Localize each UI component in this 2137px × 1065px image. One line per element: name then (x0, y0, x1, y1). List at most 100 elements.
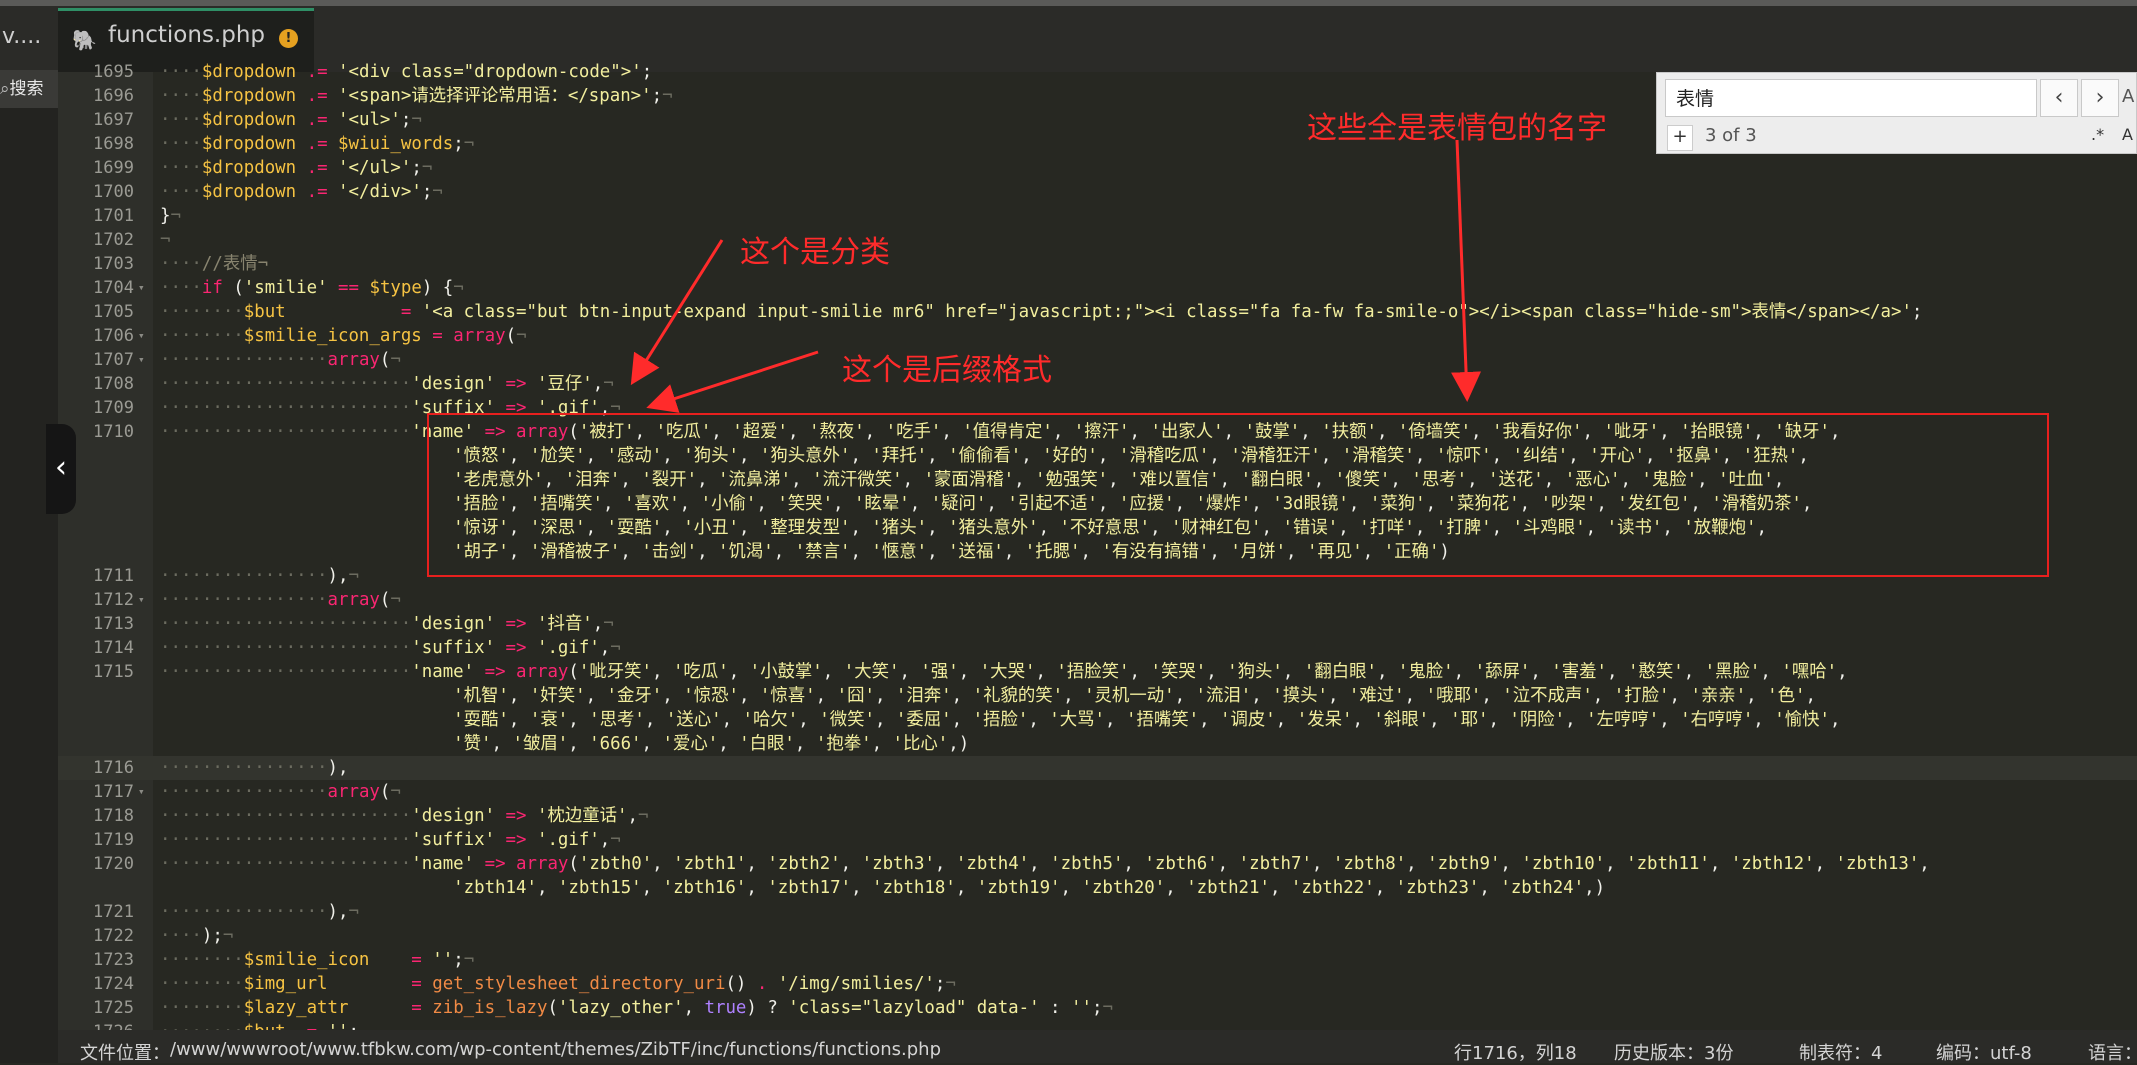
code-text: '机智', '奸笑', '金牙', '惊恐', '惊喜', '囧', '泪奔',… (453, 686, 1816, 706)
code-line[interactable]: 1712 ▾ ················array(¬ (58, 588, 2137, 612)
code-line[interactable]: 1704 ▾ ····if ('smilie' == $type) {¬ (58, 276, 2137, 300)
code-line[interactable]: 1705 ········$but = '<a class="but btn-in… (58, 300, 2137, 324)
line-number: 1695 (93, 62, 134, 82)
code-text: ························'design' => '枕边童… (160, 806, 649, 826)
annotation-suffix: 这个是后缀格式 (842, 353, 1052, 388)
code-line[interactable]: 1702 ¬ (58, 228, 2137, 252)
fold-toggle-icon[interactable]: ▾ (138, 780, 145, 804)
tab-title: functions.php (108, 22, 266, 48)
code-line[interactable]: 1717 ▾ ················array(¬ (58, 780, 2137, 804)
code-line[interactable]: 1707 ▾ ················array(¬ (58, 348, 2137, 372)
code-text: ········$smilie_icon_args = array(¬ (160, 326, 527, 346)
line-number: 1700 (93, 182, 134, 202)
status-encoding[interactable]: 编码：utf-8 (1936, 1039, 2032, 1065)
find-option-toggle[interactable]: A (2122, 79, 2137, 117)
code-line[interactable]: 1714 ························'suffix' => … (58, 636, 2137, 660)
code-text: ········$lazy_attr = zib_is_lazy('lazy_o… (160, 998, 1113, 1018)
status-cursor-position[interactable]: 行1716，列18 (1454, 1039, 1577, 1065)
line-number: 1711 (93, 566, 134, 586)
annotation-highlight-box (427, 413, 2049, 577)
code-text: ····$dropdown .= $wiui_words;¬ (160, 134, 475, 154)
line-number: 1697 (93, 110, 134, 130)
line-number: 1696 (93, 86, 134, 106)
code-text: ················), (160, 758, 349, 778)
find-next-button[interactable]: › (2081, 79, 2119, 117)
line-number: 1699 (93, 158, 134, 178)
code-text: ········$img_url = get_stylesheet_direct… (160, 974, 956, 994)
code-line[interactable]: 1699 ····$dropdown .= '</ul>';¬ (58, 156, 2137, 180)
status-file-path[interactable]: /www/wwwroot/www.tfbkw.com/wp-content/th… (170, 1039, 941, 1060)
status-bar: 文件位置： /www/wwwroot/www.tfbkw.com/wp-cont… (58, 1030, 2137, 1065)
fold-toggle-icon[interactable]: ▾ (138, 588, 145, 612)
sidebar-search-button[interactable]: ⌕搜索 (0, 70, 58, 108)
line-number: 1707 (93, 350, 134, 370)
code-line[interactable]: 1700 ····$dropdown .= '</div>';¬ (58, 180, 2137, 204)
find-previous-button[interactable]: ‹ (2040, 79, 2078, 117)
code-line[interactable]: 1701}¬ (58, 204, 2137, 228)
line-number: 1713 (93, 614, 134, 634)
line-number: 1708 (93, 374, 134, 394)
code-text: ····$dropdown .= '<div class="dropdown-c… (160, 62, 653, 82)
line-number: 1721 (93, 902, 134, 922)
code-text: ····$dropdown .= '</ul>';¬ (160, 158, 433, 178)
status-language[interactable]: 语言： (2088, 1039, 2137, 1065)
status-path-label: 文件位置： (80, 1043, 170, 1064)
line-number: 1718 (93, 806, 134, 826)
status-tab-size[interactable]: 制表符：4 (1799, 1039, 1882, 1065)
fold-toggle-icon[interactable]: ▾ (138, 276, 145, 300)
annotation-category: 这个是分类 (740, 235, 890, 270)
code-text: ················),¬ (160, 566, 359, 586)
code-line[interactable]: '赞', '皱眉', '666', '爱心', '白眼', '抱拳', '比心'… (58, 732, 2137, 756)
collapse-panel-chevron-icon[interactable]: ‹ (46, 424, 76, 514)
code-line[interactable]: 1715 ························'name' => ar… (58, 660, 2137, 684)
code-text: ····);¬ (160, 926, 234, 946)
code-line[interactable]: 1713 ························'design' => … (58, 612, 2137, 636)
case-toggle[interactable]: A (2122, 125, 2133, 144)
code-line[interactable]: 1719 ························'suffix' => … (58, 828, 2137, 852)
code-line[interactable]: 1720 ························'name' => ar… (58, 852, 2137, 876)
code-text: '耍酷', '衰', '思考', '送心', '哈欠', '微笑', '委屈',… (453, 710, 1841, 730)
php-file-icon: 🐘 (72, 28, 97, 52)
fold-toggle-icon[interactable]: ▾ (138, 348, 145, 372)
code-line[interactable]: '机智', '奸笑', '金牙', '惊恐', '惊喜', '囧', '泪奔',… (58, 684, 2137, 708)
regex-toggle[interactable]: .* (2091, 125, 2104, 144)
code-text: ····if ('smilie' == $type) {¬ (160, 278, 464, 298)
code-text: ····//表情¬ (160, 254, 269, 274)
code-line[interactable]: 1718 ························'design' => … (58, 804, 2137, 828)
find-match-count: 3 of 3 (1705, 125, 1757, 146)
code-line[interactable]: 1724 ········$img_url = get_stylesheet_di… (58, 972, 2137, 996)
code-text: ····$dropdown .= '<ul>';¬ (160, 110, 422, 130)
code-line[interactable]: 'zbth14', 'zbth15', 'zbth16', 'zbth17', … (58, 876, 2137, 900)
code-line[interactable]: 1723 ········$smilie_icon = '';¬ (58, 948, 2137, 972)
tab-previous[interactable]: v.... (0, 6, 58, 72)
line-number: 1725 (93, 998, 134, 1018)
line-number: 1704 (93, 278, 134, 298)
code-line[interactable]: 1716 ················), (58, 756, 2137, 780)
code-text: ················),¬ (160, 902, 359, 922)
code-line[interactable]: '耍酷', '衰', '思考', '送心', '哈欠', '微笑', '委屈',… (58, 708, 2137, 732)
find-expand-button[interactable]: + (1667, 125, 1693, 151)
code-line[interactable]: 1722 ····);¬ (58, 924, 2137, 948)
code-text: ················array(¬ (160, 350, 401, 370)
code-line[interactable]: 1708 ························'design' => … (58, 372, 2137, 396)
line-number: 1724 (93, 974, 134, 994)
line-number: 1715 (93, 662, 134, 682)
code-text: ················array(¬ (160, 590, 401, 610)
code-line[interactable]: 1703 ····//表情¬ (58, 252, 2137, 276)
fold-toggle-icon[interactable]: ▾ (138, 324, 145, 348)
code-text: ························'name' => array(… (160, 854, 1930, 874)
code-text: ························'suffix' => '.gi… (160, 638, 621, 658)
code-text: ········$smilie_icon = '';¬ (160, 950, 475, 970)
code-text: ········$but = '<a class="but btn-input-… (160, 302, 1923, 322)
annotation-names: 这些全是表情包的名字 (1307, 111, 1607, 146)
code-text: ¬ (160, 230, 171, 250)
find-input[interactable]: 表情 (1665, 79, 2037, 117)
line-number: 1722 (93, 926, 134, 946)
code-text: 'zbth14', 'zbth15', 'zbth16', 'zbth17', … (453, 878, 1606, 898)
code-line[interactable]: 1721 ················),¬ (58, 900, 2137, 924)
find-widget: 表情 ‹ › A + 3 of 3 .* A (1656, 72, 2137, 154)
code-line[interactable]: 1725 ········$lazy_attr = zib_is_lazy('la… (58, 996, 2137, 1020)
code-line[interactable]: 1706 ▾ ········$smilie_icon_args = array(¬ (58, 324, 2137, 348)
status-history[interactable]: 历史版本：3份 (1614, 1039, 1733, 1065)
left-sidebar (0, 72, 58, 1063)
